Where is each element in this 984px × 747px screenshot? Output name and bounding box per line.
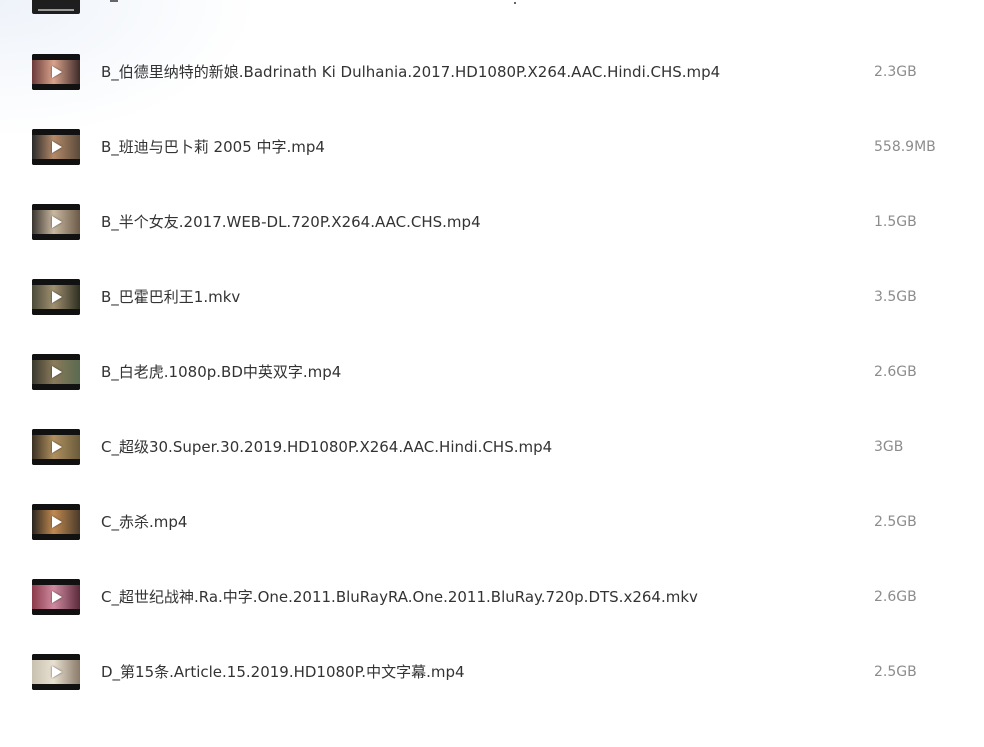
video-thumbnail bbox=[32, 354, 80, 390]
file-name[interactable]: B_白老虎.1080p.BD中英双字.mp4 bbox=[101, 362, 341, 382]
file-row[interactable]: B_伯德里纳特的新娘.Badrinath Ki Dulhania.2017.HD… bbox=[0, 54, 984, 147]
file-name[interactable]: C_超级30.Super.30.2019.HD1080P.X264.AAC.Hi… bbox=[101, 437, 552, 457]
file-name-fragment bbox=[514, 2, 516, 4]
video-thumbnail bbox=[32, 504, 80, 540]
file-name[interactable]: B_半个女友.2017.WEB-DL.720P.X264.AAC.CHS.mp4 bbox=[101, 212, 481, 232]
file-size: 2.6GB bbox=[874, 364, 917, 380]
file-row[interactable]: B_巴霍巴利王1.mkv 3.5GB bbox=[0, 279, 984, 372]
file-size: 3GB bbox=[874, 439, 904, 455]
video-thumbnail bbox=[32, 0, 80, 14]
play-icon bbox=[52, 66, 62, 78]
file-row[interactable]: B_白老虎.1080p.BD中英双字.mp4 2.6GB bbox=[0, 354, 984, 447]
file-size: 2.3GB bbox=[874, 64, 917, 80]
file-row[interactable]: C_超级30.Super.30.2019.HD1080P.X264.AAC.Hi… bbox=[0, 429, 984, 522]
file-list: B_伯德里纳特的新娘.Badrinath Ki Dulhania.2017.HD… bbox=[0, 0, 984, 695]
video-thumbnail bbox=[32, 129, 80, 165]
video-thumbnail bbox=[32, 654, 80, 690]
file-row[interactable]: D_第15条.Article.15.2019.HD1080P.中文字幕.mp4 … bbox=[0, 654, 984, 747]
play-icon bbox=[52, 141, 62, 153]
file-name-fragment bbox=[110, 0, 118, 2]
file-name[interactable]: B_班迪与巴卜莉 2005 中字.mp4 bbox=[101, 137, 325, 157]
file-size: 558.9MB bbox=[874, 139, 936, 155]
file-size: 3.5GB bbox=[874, 289, 917, 305]
play-icon bbox=[52, 516, 62, 528]
file-row[interactable]: B_半个女友.2017.WEB-DL.720P.X264.AAC.CHS.mp4… bbox=[0, 204, 984, 297]
play-icon bbox=[52, 666, 62, 678]
file-size: 2.5GB bbox=[874, 664, 917, 680]
play-icon bbox=[52, 291, 62, 303]
file-name[interactable]: B_巴霍巴利王1.mkv bbox=[101, 287, 240, 307]
file-name[interactable]: D_第15条.Article.15.2019.HD1080P.中文字幕.mp4 bbox=[101, 662, 465, 682]
play-icon bbox=[52, 216, 62, 228]
video-thumbnail bbox=[32, 429, 80, 465]
file-size: 2.5GB bbox=[874, 514, 917, 530]
video-thumbnail bbox=[32, 54, 80, 90]
file-row[interactable]: C_赤杀.mp4 2.5GB bbox=[0, 504, 984, 597]
file-name[interactable]: B_伯德里纳特的新娘.Badrinath Ki Dulhania.2017.HD… bbox=[101, 62, 720, 82]
video-thumbnail bbox=[32, 579, 80, 615]
file-size: 1.5GB bbox=[874, 214, 917, 230]
file-name[interactable]: C_超世纪战神.Ra.中字.One.2011.BluRayRA.One.2011… bbox=[101, 587, 698, 607]
file-name[interactable]: C_赤杀.mp4 bbox=[101, 512, 187, 532]
video-thumbnail bbox=[32, 279, 80, 315]
file-row[interactable]: B_班迪与巴卜莉 2005 中字.mp4 558.9MB bbox=[0, 129, 984, 222]
play-icon bbox=[52, 366, 62, 378]
play-icon bbox=[52, 591, 62, 603]
video-thumbnail bbox=[32, 204, 80, 240]
file-size: 2.6GB bbox=[874, 589, 917, 605]
file-row[interactable]: C_超世纪战神.Ra.中字.One.2011.BluRayRA.One.2011… bbox=[0, 579, 984, 672]
play-icon bbox=[52, 441, 62, 453]
partial-file-row[interactable] bbox=[0, 0, 984, 16]
